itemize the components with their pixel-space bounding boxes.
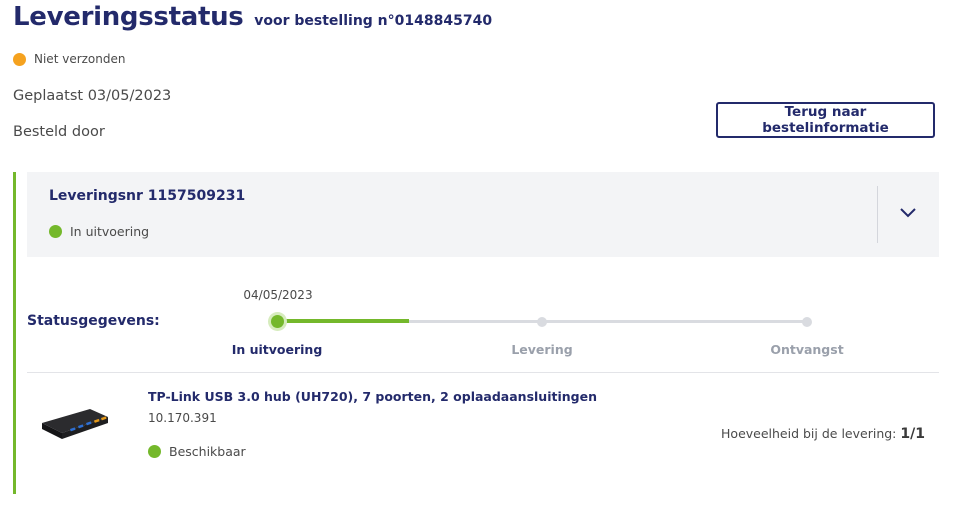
order-status-text: Niet verzonden bbox=[34, 52, 126, 66]
chevron-down-icon[interactable] bbox=[897, 205, 919, 221]
quantity-value: 1/1 bbox=[900, 426, 925, 442]
delivery-quantity: Hoeveelheid bij de levering: 1/1 bbox=[721, 426, 925, 442]
status-dot-icon bbox=[13, 52, 26, 66]
order-status: Niet verzonden bbox=[13, 52, 125, 66]
step-date: 04/05/2023 bbox=[243, 288, 313, 302]
step-label-receipt: Ontvangst bbox=[770, 342, 844, 357]
availability-dot-icon bbox=[148, 445, 161, 458]
step-label-in-progress: In uitvoering bbox=[231, 342, 323, 357]
step-dot-delivery bbox=[537, 317, 547, 327]
delivery-header[interactable] bbox=[27, 172, 939, 257]
page-title-text: Leveringsstatus bbox=[13, 2, 244, 32]
delivery-status: In uitvoering bbox=[49, 224, 149, 239]
delivery-accent-bar bbox=[13, 172, 16, 494]
delivery-status-text: In uitvoering bbox=[70, 224, 150, 239]
availability-text: Beschikbaar bbox=[169, 444, 246, 459]
order-reference: voor bestelling n°0148845740 bbox=[254, 13, 493, 29]
step-label-delivery: Levering bbox=[511, 342, 573, 357]
product-sku: 10.170.391 bbox=[148, 411, 217, 425]
delivery-number: Leveringsnr 1157509231 bbox=[49, 188, 246, 204]
quantity-label: Hoeveelheid bij de levering: bbox=[721, 426, 897, 441]
back-to-order-info-button[interactable]: Terug naar bestelinformatie bbox=[716, 102, 935, 138]
divider bbox=[877, 186, 878, 243]
step-dot-receipt bbox=[802, 317, 812, 327]
divider bbox=[27, 372, 939, 373]
order-placed-date: Geplaatst 03/05/2023 bbox=[13, 88, 172, 104]
status-details-label: Statusgegevens: bbox=[27, 313, 160, 329]
product-availability: Beschikbaar bbox=[148, 444, 246, 459]
product-name[interactable]: TP-Link USB 3.0 hub (UH720), 7 poorten, … bbox=[148, 389, 597, 404]
progress-fill bbox=[277, 319, 409, 323]
page-title: Leveringsstatus voor bestelling n°014884… bbox=[13, 2, 492, 32]
status-dot-icon bbox=[49, 225, 62, 238]
step-dot-in-progress bbox=[271, 315, 284, 328]
usb-hub-image bbox=[40, 405, 110, 445]
ordered-by: Besteld door bbox=[13, 124, 105, 140]
